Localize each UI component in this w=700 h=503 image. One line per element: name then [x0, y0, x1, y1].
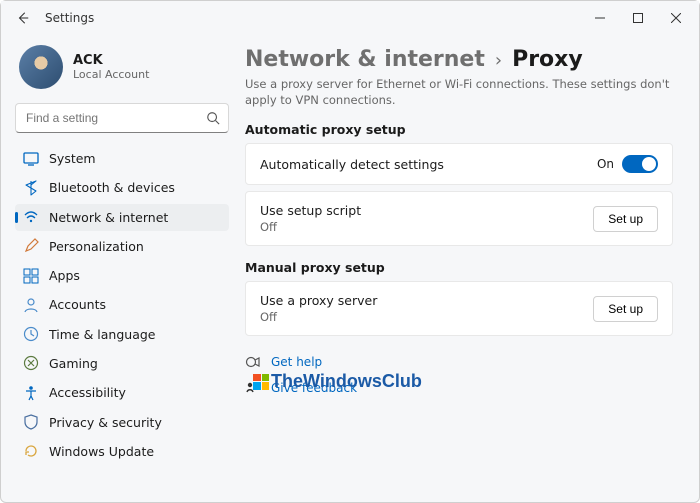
- sidebar-item-label: Privacy & security: [49, 415, 219, 430]
- sidebar-item-label: Gaming: [49, 356, 219, 371]
- sidebar-item-time[interactable]: Time & language: [15, 321, 229, 348]
- profile-subtitle: Local Account: [73, 68, 149, 81]
- page-description: Use a proxy server for Ethernet or Wi-Fi…: [245, 76, 673, 108]
- update-icon: [23, 443, 39, 459]
- card-setup-script: Use setup script Off Set up: [245, 191, 673, 246]
- sidebar-item-label: Apps: [49, 268, 219, 283]
- bluetooth-icon: [23, 180, 39, 196]
- page-title: Proxy: [512, 47, 583, 72]
- apps-icon: [23, 268, 39, 284]
- sidebar-item-label: Bluetooth & devices: [49, 180, 219, 195]
- feedback-icon: [245, 380, 261, 396]
- sidebar-item-bluetooth[interactable]: Bluetooth & devices: [15, 174, 229, 201]
- minimize-icon: [595, 13, 605, 23]
- sidebar-item-gaming[interactable]: Gaming: [15, 350, 229, 377]
- main-content: Network & internet › Proxy Use a proxy s…: [239, 35, 699, 502]
- auto-detect-toggle[interactable]: [622, 155, 658, 173]
- accessibility-icon: [23, 385, 39, 401]
- sidebar-item-label: System: [49, 151, 219, 166]
- arrow-left-icon: [16, 11, 30, 25]
- sidebar-item-label: Windows Update: [49, 444, 219, 459]
- sidebar-item-apps[interactable]: Apps: [15, 262, 229, 289]
- search-input[interactable]: [24, 110, 206, 126]
- manual-proxy-button[interactable]: Set up: [593, 296, 658, 322]
- sidebar-nav: System Bluetooth & devices Network & int…: [15, 145, 229, 465]
- sidebar-item-update[interactable]: Windows Update: [15, 438, 229, 465]
- clock-icon: [23, 326, 39, 342]
- close-icon: [671, 13, 681, 23]
- maximize-button[interactable]: [619, 3, 657, 33]
- search-box[interactable]: [15, 103, 229, 133]
- wifi-icon: [23, 209, 39, 225]
- feedback-link-row[interactable]: Give feedback: [245, 380, 673, 396]
- help-link-row[interactable]: Get help: [245, 354, 673, 370]
- back-button[interactable]: [9, 4, 37, 32]
- sidebar-item-personalization[interactable]: Personalization: [15, 233, 229, 260]
- gaming-icon: [23, 355, 39, 371]
- auto-detect-state-text: On: [597, 157, 614, 171]
- avatar: [19, 45, 63, 89]
- sidebar-item-accessibility[interactable]: Accessibility: [15, 379, 229, 406]
- sidebar-item-network[interactable]: Network & internet: [15, 204, 229, 231]
- window-title: Settings: [45, 11, 94, 25]
- auto-detect-toggle-wrap: On: [597, 155, 658, 173]
- titlebar: Settings: [1, 1, 699, 35]
- auto-detect-label: Automatically detect settings: [260, 157, 597, 172]
- search-icon: [206, 111, 220, 125]
- setup-script-button[interactable]: Set up: [593, 206, 658, 232]
- setup-script-state: Off: [260, 220, 593, 234]
- manual-proxy-state: Off: [260, 310, 593, 324]
- chevron-right-icon: ›: [495, 50, 502, 71]
- manual-proxy-label: Use a proxy server: [260, 293, 593, 308]
- section-manual-label: Manual proxy setup: [245, 260, 673, 275]
- shield-icon: [23, 414, 39, 430]
- sidebar-item-label: Accounts: [49, 297, 219, 312]
- sidebar-item-label: Accessibility: [49, 385, 219, 400]
- sidebar-item-label: Personalization: [49, 239, 219, 254]
- help-icon: [245, 354, 261, 370]
- breadcrumb: Network & internet › Proxy: [245, 47, 673, 72]
- settings-window: Settings ACK Local Account: [0, 0, 700, 503]
- person-icon: [23, 297, 39, 313]
- brush-icon: [23, 238, 39, 254]
- minimize-button[interactable]: [581, 3, 619, 33]
- breadcrumb-parent[interactable]: Network & internet: [245, 47, 485, 72]
- help-link-label: Get help: [271, 355, 322, 369]
- profile-block[interactable]: ACK Local Account: [15, 41, 229, 99]
- card-manual-proxy: Use a proxy server Off Set up: [245, 281, 673, 336]
- sidebar: ACK Local Account System Bluetooth & dev…: [1, 35, 239, 502]
- sidebar-item-privacy[interactable]: Privacy & security: [15, 408, 229, 435]
- system-icon: [23, 151, 39, 167]
- sidebar-item-system[interactable]: System: [15, 145, 229, 172]
- profile-name: ACK: [73, 53, 149, 68]
- maximize-icon: [633, 13, 643, 23]
- section-automatic-label: Automatic proxy setup: [245, 122, 673, 137]
- feedback-link-label: Give feedback: [271, 381, 357, 395]
- sidebar-item-accounts[interactable]: Accounts: [15, 291, 229, 318]
- sidebar-item-label: Network & internet: [49, 210, 219, 225]
- card-auto-detect: Automatically detect settings On: [245, 143, 673, 185]
- close-button[interactable]: [657, 3, 695, 33]
- sidebar-item-label: Time & language: [49, 327, 219, 342]
- setup-script-label: Use setup script: [260, 203, 593, 218]
